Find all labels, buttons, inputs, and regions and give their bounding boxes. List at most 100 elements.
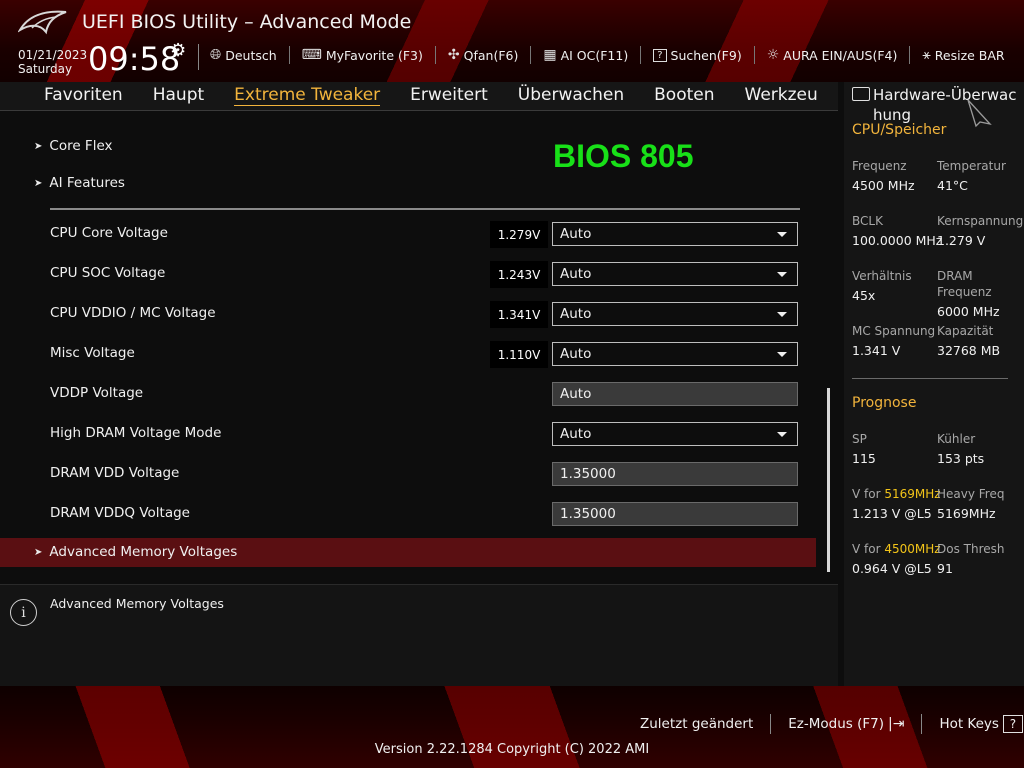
help-text: Advanced Memory Voltages xyxy=(50,596,224,611)
setting-label: DRAM VDD Voltage xyxy=(50,465,180,481)
setting-row-cpu-core-voltage: CPU Core Voltage 1.279V Auto xyxy=(0,219,820,248)
date-display: 01/21/2023 Saturday xyxy=(18,48,87,76)
voltage-readout: 1.341V xyxy=(490,301,548,328)
tab-booten[interactable]: Booten xyxy=(654,85,714,106)
high-dram-voltage-mode-dropdown[interactable]: Auto xyxy=(552,422,798,446)
setting-row-dram-vdd-voltage: DRAM VDD Voltage 1.35000 xyxy=(0,459,820,487)
dram-vdd-voltage-input[interactable]: 1.35000 xyxy=(552,462,798,486)
search-label: Suchen(F9) xyxy=(670,47,742,63)
tab-erweitert[interactable]: Erweitert xyxy=(410,85,488,106)
language-label: Deutsch xyxy=(225,47,277,63)
resize-bar-label: Resize BAR xyxy=(934,47,1005,63)
monitor-icon xyxy=(852,87,870,101)
toolbar-divider xyxy=(198,44,199,70)
heavy-freq-label: Heavy Freq xyxy=(937,487,1005,501)
setting-label: Misc Voltage xyxy=(50,345,135,361)
v-for-frequency: 4500MHz xyxy=(884,542,941,556)
scrollbar[interactable] xyxy=(827,388,830,572)
help-panel: i Advanced Memory Voltages xyxy=(0,584,838,686)
exit-icon: |⇥ xyxy=(887,716,905,732)
frequenz-label: Frequenz xyxy=(852,159,907,173)
version-text: Version 2.22.1284 Copyright (C) 2022 AMI xyxy=(374,742,650,757)
temperatur-value: 41°C xyxy=(937,178,968,193)
setting-row-misc-voltage: Misc Voltage 1.110V Auto xyxy=(0,339,820,368)
dropdown-value: Auto xyxy=(560,266,592,282)
arrow-right-icon: ➤ xyxy=(34,140,43,152)
v-for-frequency: 5169MHz xyxy=(884,487,941,501)
voltage-readout: 1.279V xyxy=(490,221,548,248)
v-for-prefix: V for xyxy=(852,487,885,501)
rog-logo-icon xyxy=(18,10,67,35)
tab-bar: Favoriten Haupt Extreme Tweaker Erweiter… xyxy=(0,82,838,111)
prognose-section-title: Prognose xyxy=(852,395,917,411)
last-changed-label: Zuletzt geändert xyxy=(640,716,754,732)
sp-value: 115 xyxy=(852,451,876,466)
v-for-5169-value: 1.213 V @L5 xyxy=(852,506,932,521)
v-for-4500-label: V for 4500MHz xyxy=(852,541,941,557)
setting-row-high-dram-voltage-mode: High DRAM Voltage Mode Auto xyxy=(0,419,820,447)
tab-ueberwachen[interactable]: Überwachen xyxy=(518,85,624,106)
setting-row-cpu-soc-voltage: CPU SOC Voltage 1.243V Auto xyxy=(0,259,820,288)
section-divider xyxy=(852,378,1008,379)
dram-frequenz-label-line2: Frequenz xyxy=(937,285,992,299)
toolbar-separator xyxy=(909,46,911,64)
caret-down-icon xyxy=(777,432,787,437)
qfan-button[interactable]: ✣ Qfan(F6) xyxy=(448,46,518,64)
dos-thresh-label: Dos Thresh xyxy=(937,542,1005,556)
tab-haupt[interactable]: Haupt xyxy=(153,85,204,106)
aura-icon: ☼ xyxy=(766,47,780,63)
last-changed-button[interactable]: Zuletzt geändert xyxy=(640,716,753,732)
dropdown-value: Auto xyxy=(560,306,592,322)
caret-down-icon xyxy=(777,232,787,237)
menu-advanced-memory-voltages-label-row[interactable]: ➤ Advanced Memory Voltages xyxy=(34,544,237,560)
mouse-cursor-icon xyxy=(967,99,992,128)
help-icon: ? xyxy=(1002,715,1023,733)
footer-separator xyxy=(921,714,923,734)
temperatur-label: Temperatur xyxy=(937,159,1006,173)
language-button[interactable]: 🌐︎ Deutsch xyxy=(210,46,277,64)
mc-spannung-value: 1.341 V xyxy=(852,343,901,358)
tab-favoriten[interactable]: Favoriten xyxy=(44,85,123,106)
verhaeltnis-value: 45x xyxy=(852,288,876,303)
bios-version-banner: BIOS 805 xyxy=(553,138,694,174)
misc-voltage-dropdown[interactable]: Auto xyxy=(552,342,798,366)
menu-ai-features[interactable]: ➤ AI Features xyxy=(34,175,125,191)
tab-extreme-tweaker[interactable]: Extreme Tweaker xyxy=(234,85,381,106)
keyboard-icon: ⌨ xyxy=(301,47,322,63)
cpu-core-voltage-dropdown[interactable]: Auto xyxy=(552,222,798,246)
search-button[interactable]: ? Suchen(F9) xyxy=(653,46,742,64)
cpu-vddio-voltage-dropdown[interactable]: Auto xyxy=(552,302,798,326)
ai-oc-button[interactable]: ▦ AI OC(F11) xyxy=(543,46,628,64)
arrow-right-icon: ➤ xyxy=(34,546,43,558)
setting-row-vddp-voltage: VDDP Voltage Auto xyxy=(0,379,820,407)
ez-mode-button[interactable]: Ez-Modus (F7) |⇥ xyxy=(788,716,904,732)
dram-frequenz-label-line1: DRAM xyxy=(937,269,973,283)
hardware-monitor-title-line1: Hardware-Überwac xyxy=(873,86,1017,104)
v-for-5169-label: V for 5169MHz xyxy=(852,486,941,502)
myfavorite-label: MyFavorite (F3) xyxy=(325,47,423,63)
info-icon: i xyxy=(10,599,37,626)
aura-label: AURA EIN/AUS(F4) xyxy=(783,47,898,63)
aura-button[interactable]: ☼ AURA EIN/AUS(F4) xyxy=(767,46,898,64)
cpu-soc-voltage-dropdown[interactable]: Auto xyxy=(552,262,798,286)
sp-label: SP xyxy=(852,432,867,446)
dram-frequenz-value: 6000 MHz xyxy=(937,304,1000,319)
tab-werkzeug[interactable]: Werkzeu xyxy=(745,85,818,106)
toolbar-separator xyxy=(753,46,755,64)
myfavorite-button[interactable]: ⌨ MyFavorite (F3) xyxy=(302,46,423,64)
app-title: UEFI BIOS Utility – Advanced Mode xyxy=(82,11,412,33)
hot-keys-button[interactable]: Hot Keys ? xyxy=(939,715,1023,733)
dram-frequenz-label: DRAM Frequenz xyxy=(937,268,992,300)
dram-vddq-voltage-input[interactable]: 1.35000 xyxy=(552,502,798,526)
dos-thresh-value: 91 xyxy=(937,561,953,576)
menu-core-flex[interactable]: ➤ Core Flex xyxy=(34,138,113,154)
resize-bar-button[interactable]: ⚹ Resize BAR xyxy=(922,46,1004,64)
gear-icon[interactable]: ⚙ xyxy=(170,40,186,61)
setting-row-cpu-vddio-voltage: CPU VDDIO / MC Voltage 1.341V Auto xyxy=(0,299,820,328)
hot-keys-label: Hot Keys xyxy=(939,716,999,732)
qfan-label: Qfan(F6) xyxy=(463,47,519,63)
verhaeltnis-label: Verhältnis xyxy=(852,269,912,283)
menu-core-flex-label: Core Flex xyxy=(49,138,113,154)
frequenz-value: 4500 MHz xyxy=(852,178,915,193)
vddp-voltage-field[interactable]: Auto xyxy=(552,382,798,406)
